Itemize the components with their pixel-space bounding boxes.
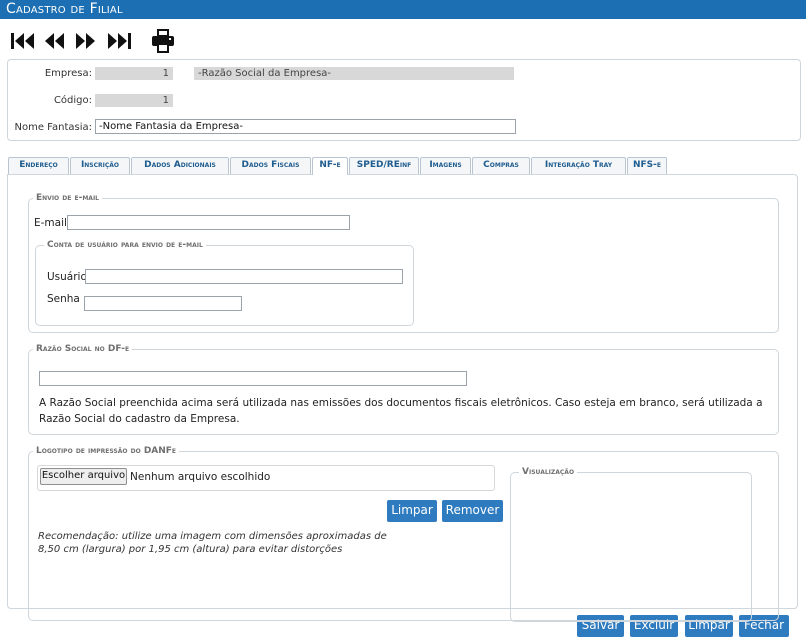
window-title: Cadastro de Filial [0, 0, 806, 19]
tab-nfe[interactable]: NF-e [312, 157, 348, 175]
nome-fantasia-label: Nome Fantasia: [14, 122, 92, 133]
password-label: Senha [47, 293, 80, 305]
tab-inscricao[interactable]: Inscrição [70, 157, 130, 174]
next-record-icon[interactable] [75, 30, 97, 52]
razao-info-text: A Razão Social preenchida acima será uti… [39, 397, 763, 425]
email-legend: Envio de e-mail [33, 192, 102, 204]
tab-compras[interactable]: Compras [472, 157, 530, 174]
nome-fantasia-input[interactable]: -Nome Fantasia da Empresa- [95, 119, 516, 134]
logo-legend: Logotipo de impressão do DANFe [33, 445, 180, 457]
remove-logo-button[interactable]: Remover [442, 500, 503, 522]
nfe-tab-panel: Envio de e-mail E-mail Conta de usuário … [7, 174, 798, 622]
tab-nfse[interactable]: NFS-e [627, 157, 667, 174]
clear-logo-button[interactable]: Limpar [387, 500, 437, 522]
first-record-icon[interactable] [10, 30, 36, 52]
tab-integracao-tray[interactable]: Integração Tray [531, 157, 626, 174]
print-icon[interactable] [151, 28, 175, 54]
preview-legend: Visualização [519, 466, 578, 478]
email-label: E-mail [34, 217, 67, 229]
last-record-icon[interactable] [107, 30, 133, 52]
empresa-label: Empresa: [44, 68, 92, 79]
email-input[interactable] [67, 215, 350, 230]
codigo-label: Código: [53, 95, 92, 106]
tab-imagens[interactable]: Imagens [420, 157, 471, 174]
razao-social-dfe-input[interactable] [39, 371, 467, 386]
account-legend: Conta de usuário para envio de e-mail [44, 239, 206, 251]
tab-dados-adicionais[interactable]: Dados Adicionais [131, 157, 229, 174]
recommendation-text: Recomendação: utilize uma imagem com dim… [38, 531, 387, 555]
previous-record-icon[interactable] [43, 30, 65, 52]
tab-dados-fiscais[interactable]: Dados Fiscais [230, 157, 311, 174]
user-label: Usuário [47, 271, 87, 283]
tab-sped-reinf[interactable]: SPED/REinf [349, 157, 419, 174]
preview-fieldset [510, 472, 752, 622]
choose-file-button[interactable]: Escolher arquivo [40, 468, 127, 485]
codigo-field: 1 [95, 94, 173, 107]
tab-endereco[interactable]: Endereço [8, 157, 69, 174]
password-input[interactable] [84, 296, 242, 311]
no-file-text: Nenhum arquivo escolhido [130, 471, 271, 483]
empresa-code-field: 1 [95, 67, 173, 80]
razao-social-field: -Razão Social da Empresa- [194, 67, 514, 80]
account-fieldset [35, 245, 414, 326]
user-input[interactable] [85, 269, 403, 284]
razao-legend: Razão Social no DF-e [33, 343, 133, 355]
